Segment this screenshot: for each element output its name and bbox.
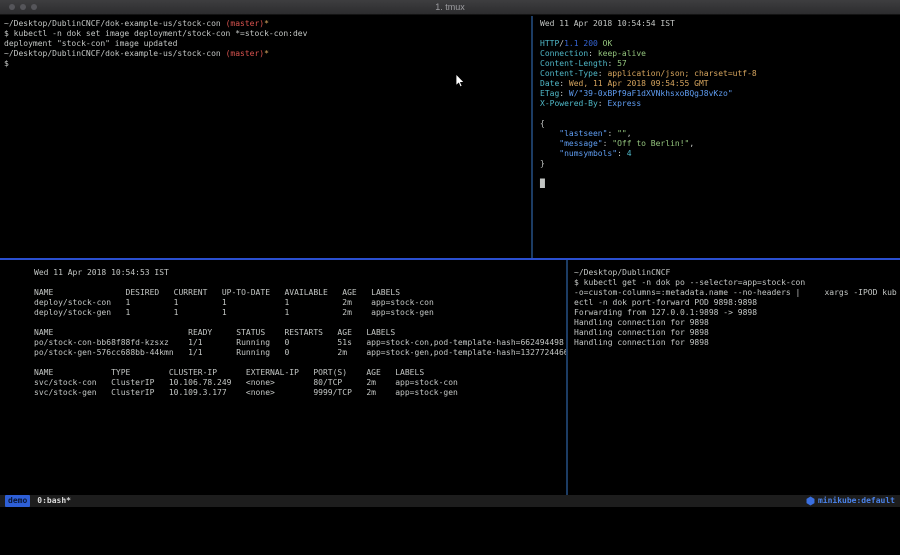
terminal-line: "lastseen": "", <box>540 129 900 139</box>
kubernetes-hexagon-icon <box>806 496 815 506</box>
kube-context-label: minikube:default <box>818 495 895 507</box>
terminal-line: po/stock-gen-576cc688bb-44kmn 1/1 Runnin… <box>34 348 566 358</box>
terminal-window: 1. tmux ~/Desktop/DublinCNCF/dok-example… <box>0 0 900 507</box>
terminal-line: "numsymbols": 4 <box>540 149 900 159</box>
terminal-line: Wed 11 Apr 2018 10:54:54 IST <box>540 19 900 29</box>
tmux-status-bar: demo 0:bash* minikube:default <box>0 495 900 507</box>
terminal-line: ~/Desktop/DublinCNCF/dok-example-us/stoc… <box>4 19 531 29</box>
terminal-line <box>540 109 900 119</box>
terminal-line: svc/stock-con ClusterIP 10.106.78.249 <n… <box>34 378 566 388</box>
terminal-line: Handling connection for 9898 <box>574 318 900 328</box>
terminal-line: ectl -n dok port-forward POD 9898:9898 <box>574 298 900 308</box>
terminal-line: deployment "stock-con" image updated <box>4 39 531 49</box>
close-button[interactable] <box>9 4 15 10</box>
pane-http-response[interactable]: Wed 11 Apr 2018 10:54:54 IST HTTP/1.1 200… <box>533 16 900 258</box>
pane-port-forward[interactable]: ~/Desktop/DublinCNCF$ kubectl get -n dok… <box>568 260 900 495</box>
terminal-line: svc/stock-gen ClusterIP 10.109.3.177 <no… <box>34 388 566 398</box>
zoom-button[interactable] <box>31 4 37 10</box>
terminal-line: X-Powered-By: Express <box>540 99 900 109</box>
terminal-line: ~/Desktop/DublinCNCF <box>574 268 900 278</box>
terminal-line: Handling connection for 9898 <box>574 338 900 348</box>
screen: 1. tmux ~/Desktop/DublinCNCF/dok-example… <box>0 0 900 555</box>
status-left: demo 0:bash* <box>5 495 71 507</box>
terminal-line <box>540 29 900 39</box>
terminal-line: Wed 11 Apr 2018 10:54:53 IST <box>34 268 566 278</box>
titlebar: 1. tmux <box>0 0 900 15</box>
pane-shell-kubectl-set-image[interactable]: ~/Desktop/DublinCNCF/dok-example-us/stoc… <box>0 16 531 258</box>
terminal-line: $ <box>4 59 531 69</box>
terminal-line <box>34 318 566 328</box>
terminal-line: deploy/stock-gen 1 1 1 1 2m app=stock-ge… <box>34 308 566 318</box>
terminal-line: deploy/stock-con 1 1 1 1 2m app=stock-co… <box>34 298 566 308</box>
terminal-line: Forwarding from 127.0.0.1:9898 -> 9898 <box>574 308 900 318</box>
terminal-line: po/stock-con-bb68f88fd-kzsxz 1/1 Running… <box>34 338 566 348</box>
terminal-line <box>540 169 900 179</box>
terminal-line: Date: Wed, 11 Apr 2018 09:54:55 GMT <box>540 79 900 89</box>
terminal-line: Handling connection for 9898 <box>574 328 900 338</box>
terminal-line: { <box>540 119 900 129</box>
minimize-button[interactable] <box>20 4 26 10</box>
terminal-line: HTTP/1.1 200 OK <box>540 39 900 49</box>
terminal-line: "message": "Off to Berlin!", <box>540 139 900 149</box>
window-item-bash[interactable]: 0:bash* <box>37 495 71 507</box>
terminal-line: NAME TYPE CLUSTER-IP EXTERNAL-IP PORT(S)… <box>34 368 566 378</box>
terminal-line: NAME READY STATUS RESTARTS AGE LABELS <box>34 328 566 338</box>
terminal-line: Content-Length: 57 <box>540 59 900 69</box>
terminal-line: ETag: W/"39-0xBPf9aF1dXVNkhsxoBQgJ8vKzo" <box>540 89 900 99</box>
mouse-cursor-icon <box>455 74 467 88</box>
terminal-line: ~/Desktop/DublinCNCF/dok-example-us/stoc… <box>4 49 531 59</box>
terminal-line: $ kubectl get -n dok po --selector=app=s… <box>574 278 900 288</box>
terminal-line <box>34 358 566 368</box>
terminal-line: NAME DESIRED CURRENT UP-TO-DATE AVAILABL… <box>34 288 566 298</box>
window-controls <box>9 4 37 10</box>
terminal-line: $ kubectl -n dok set image deployment/st… <box>4 29 531 39</box>
kube-context-indicator: minikube:default <box>806 495 895 507</box>
window-title: 1. tmux <box>435 0 465 15</box>
terminal-line: Content-Type: application/json; charset=… <box>540 69 900 79</box>
terminal-line: -o=custom-columns=:metadata.name --no-he… <box>574 288 900 298</box>
session-name-badge: demo <box>5 495 30 507</box>
terminal-line <box>34 278 566 288</box>
terminal-line: █ <box>540 179 900 189</box>
terminal-line: Connection: keep-alive <box>540 49 900 59</box>
pane-kubectl-watch-resources[interactable]: Wed 11 Apr 2018 10:54:53 IST NAME DESIRED… <box>0 260 566 495</box>
terminal-line: } <box>540 159 900 169</box>
